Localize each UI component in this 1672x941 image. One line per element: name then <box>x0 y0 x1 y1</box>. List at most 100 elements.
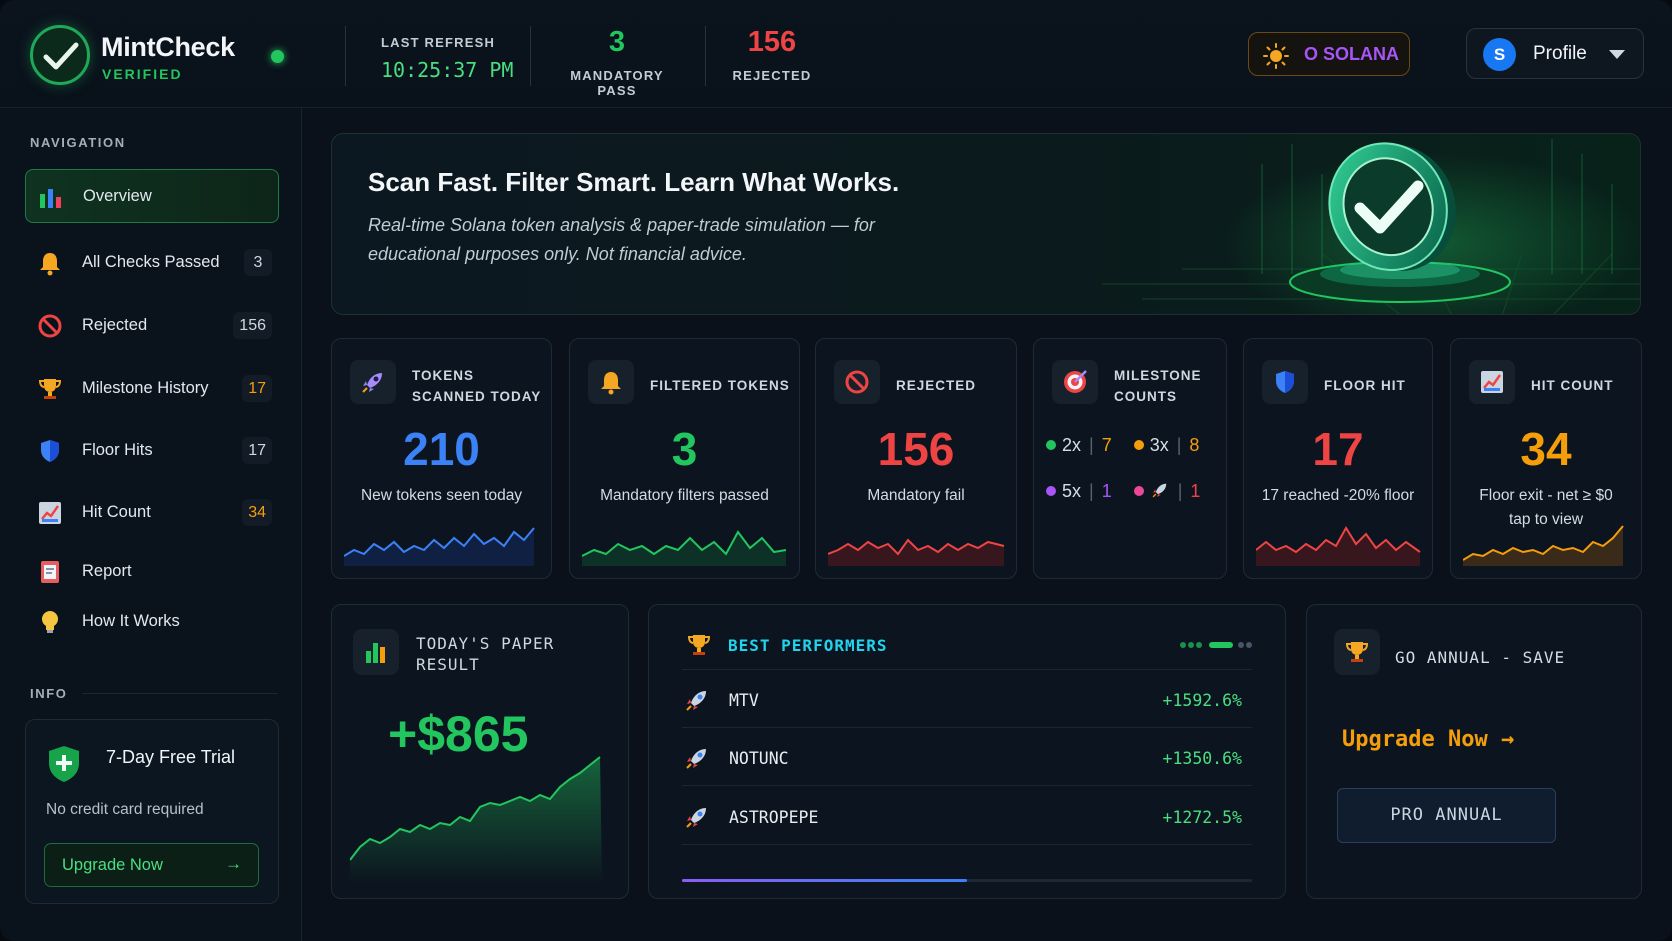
logo-check-icon <box>30 25 90 85</box>
rejected-value: 156 <box>747 26 797 58</box>
card-subtitle: New tokens seen today <box>360 487 523 504</box>
rocket-icon <box>1152 483 1166 498</box>
go-annual-panel: GO ANNUAL - SAVE Upgrade Now → PRO ANNUA… <box>1306 604 1642 899</box>
rejected-card[interactable]: REJECTED 156 Mandatory fail <box>815 338 1017 579</box>
tokens-scanned-card[interactable]: TOKENS SCANNED TODAY 210 New tokens seen… <box>331 338 552 579</box>
trial-title: 7-Day Free Trial <box>106 747 236 767</box>
sidebar-item-how-it-works[interactable]: How It Works <box>25 595 279 649</box>
mandatory-pass-label: MANDATORY PASS <box>570 68 664 98</box>
verified-label: VERIFIED <box>102 66 183 82</box>
card-subtitle: Mandatory fail <box>867 487 965 504</box>
paper-result-chart <box>350 756 602 883</box>
pro-annual-button[interactable]: PRO ANNUAL <box>1337 788 1556 843</box>
sidebar-item-report[interactable]: Report <box>25 545 279 599</box>
card-title: FILTERED TOKENS <box>650 378 790 393</box>
sidebar-item-milestone-history[interactable]: Milestone History 17 <box>25 362 279 416</box>
sidebar-item-label: How It Works <box>82 612 180 630</box>
ban-icon <box>845 370 869 394</box>
carousel-indicator[interactable] <box>1179 641 1253 649</box>
hero-tagline: Real-time Solana token analysis & paper-… <box>368 215 875 264</box>
bar-chart-icon <box>40 189 61 208</box>
sidebar-item-all-checks-passed[interactable]: All Checks Passed 3 <box>25 236 279 290</box>
token-name: NOTUNC <box>729 749 789 768</box>
sparkline <box>582 530 787 566</box>
milestone-label: 3x <box>1149 435 1169 455</box>
performers-progress-bar <box>682 879 1252 882</box>
milestone-dot <box>1046 440 1056 450</box>
chevron-down-icon <box>1609 50 1625 59</box>
panel-title: BEST PERFORMERS <box>728 636 888 655</box>
token-name: MTV <box>729 691 759 710</box>
app-window: MintCheck VERIFIED LAST REFRESH 10:25:37… <box>0 0 1672 941</box>
panel-title: TODAY'S PAPER RESULT <box>416 634 555 674</box>
divider <box>530 26 531 86</box>
navigation-label: NAVIGATION <box>30 135 126 150</box>
verified-coin-illustration <box>1102 134 1640 314</box>
token-name: ASTROPEPE <box>729 808 819 827</box>
trial-subtitle: No credit card required <box>46 801 204 818</box>
card-subtitle: Mandatory filters passed <box>600 487 769 504</box>
lightbulb-icon <box>42 611 58 633</box>
token-gain: +1350.6% <box>1162 749 1242 768</box>
sidebar-item-label: Rejected <box>82 316 148 334</box>
shield-plus-icon <box>49 746 79 782</box>
hit-count-card[interactable]: HIT COUNT 34 Floor exit - net ≥ $0 tap t… <box>1450 338 1642 579</box>
sidebar-item-floor-hits[interactable]: Floor Hits 17 <box>25 424 279 478</box>
shield-icon <box>41 440 59 462</box>
card-value: 210 <box>403 423 480 475</box>
filtered-tokens-card[interactable]: FILTERED TOKENS 3 Mandatory filters pass… <box>569 338 800 579</box>
upgrade-label: Upgrade Now <box>1342 727 1488 752</box>
chart-icon <box>1481 371 1503 393</box>
sidebar-item-label: Overview <box>83 187 152 205</box>
sidebar-item-label: Milestone History <box>82 379 209 397</box>
network-label: O SOLANA <box>1304 44 1400 64</box>
milestone-count: 1 <box>1190 481 1201 501</box>
live-status-dot <box>271 50 284 63</box>
sun-icon <box>1263 43 1289 69</box>
last-refresh-time: 10:25:37 PM <box>381 58 514 82</box>
rejected-label: REJECTED <box>732 68 812 83</box>
paper-result-panel[interactable]: TODAY'S PAPER RESULT +$865 <box>331 604 629 899</box>
floor-hit-card[interactable]: FLOOR HIT 17 17 reached -20% floor <box>1243 338 1433 579</box>
card-title: HIT COUNT <box>1531 378 1614 393</box>
milestone-row: 2x | 7 3x | 8 <box>1046 435 1199 456</box>
milestone-count: 8 <box>1189 435 1200 455</box>
profile-menu[interactable]: S Profile <box>1466 28 1644 79</box>
performer-row[interactable]: ASTROPEPE +1272.5% <box>682 787 1252 845</box>
sidebar: NAVIGATION Overview All Checks Passed 3 … <box>0 108 302 941</box>
last-refresh-label: LAST REFRESH <box>381 35 496 50</box>
arrow-right-icon: → <box>1500 727 1515 752</box>
sparkline <box>344 527 535 566</box>
hero-headline: Scan Fast. Filter Smart. Learn What Work… <box>368 167 900 197</box>
milestone-counts-card[interactable]: MILESTONE COUNTS 2x | 7 3x | 8 5x | 1 | 1 <box>1033 338 1227 579</box>
profile-label: Profile <box>1533 43 1587 64</box>
count-badge: 17 <box>242 375 272 402</box>
sidebar-item-rejected[interactable]: Rejected 156 <box>25 299 279 353</box>
token-gain: +1272.5% <box>1162 808 1242 827</box>
divider <box>705 26 706 86</box>
token-gain: +1592.6% <box>1162 691 1242 710</box>
card-subtitle: 17 reached -20% floor <box>1261 487 1415 504</box>
milestone-label: 5x <box>1062 481 1082 501</box>
milestone-count: 7 <box>1101 435 1112 455</box>
upgrade-now-link[interactable]: Upgrade Now → <box>1342 727 1514 752</box>
count-badge: 34 <box>242 499 272 526</box>
upgrade-now-button[interactable]: Upgrade Now → <box>44 843 259 887</box>
best-performers-panel: BEST PERFORMERS MTV +1592.6% NOTUNC +135… <box>648 604 1286 899</box>
network-selector[interactable]: O SOLANA <box>1248 32 1410 76</box>
milestone-label: 2x <box>1062 435 1082 455</box>
sidebar-item-overview[interactable]: Overview <box>25 169 279 223</box>
rocket-icon <box>686 808 706 828</box>
hero-banner: Scan Fast. Filter Smart. Learn What Work… <box>331 133 1641 315</box>
upgrade-label: Upgrade Now <box>62 856 163 874</box>
chart-icon <box>39 502 61 524</box>
card-title: TOKENS SCANNED TODAY <box>412 368 542 404</box>
divider <box>345 26 346 86</box>
trophy-icon <box>1345 642 1369 662</box>
performer-row[interactable]: MTV +1592.6% <box>682 670 1252 728</box>
sidebar-item-hit-count[interactable]: Hit Count 34 <box>25 486 279 540</box>
panel-title: GO ANNUAL - SAVE <box>1395 648 1566 667</box>
rocket-icon <box>686 749 706 769</box>
performer-row[interactable]: NOTUNC +1350.6% <box>682 728 1252 786</box>
bar-chart-icon <box>366 643 385 663</box>
